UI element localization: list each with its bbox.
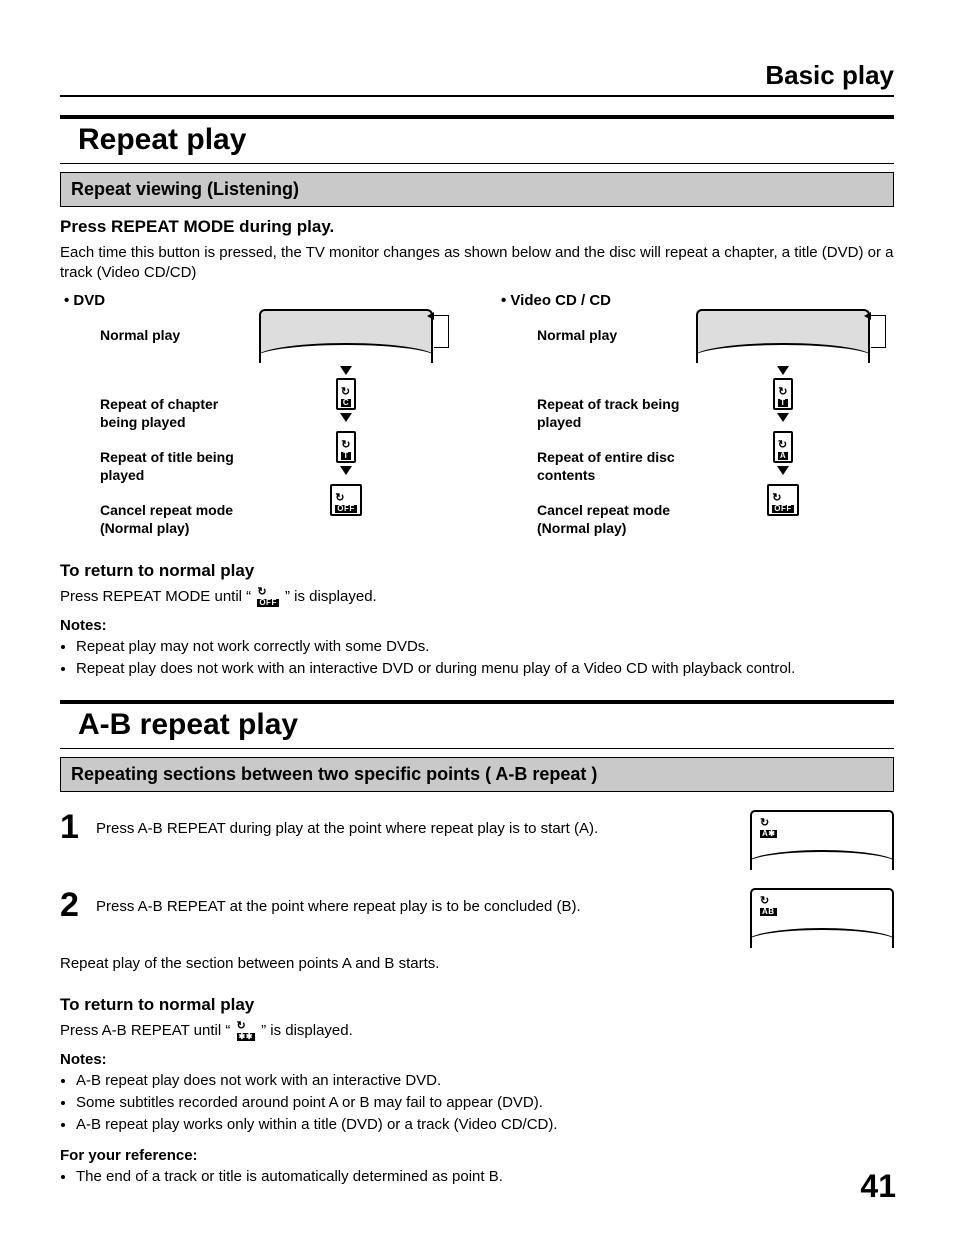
reference-item: The end of a track or title is automatic… xyxy=(76,1166,894,1188)
section-title-ab: A-B repeat play xyxy=(78,708,894,742)
tv-screen-icon xyxy=(259,309,433,363)
ab-ab-icon: ↻AB xyxy=(760,896,777,916)
vcd-state-label: Repeat of track being played xyxy=(537,378,692,431)
dvd-column: • DVD Normal play Repeat of chapter bein… xyxy=(60,292,457,537)
return-head: To return to normal play xyxy=(60,561,894,581)
vcd-state-label: Normal play xyxy=(537,309,692,345)
notes-head: Notes: xyxy=(60,617,894,634)
step-1: 1 Press A-B REPEAT during play at the po… xyxy=(60,810,894,870)
dvd-state-label: Repeat of chapter being played xyxy=(100,378,255,431)
note-item: A-B repeat play works only within a titl… xyxy=(76,1114,894,1136)
instruction-body: Each time this button is pressed, the TV… xyxy=(60,243,894,282)
repeat-t-icon: ↻T xyxy=(773,378,792,410)
dvd-state-label: Normal play xyxy=(100,309,255,345)
rule xyxy=(60,115,894,119)
arrow-down-icon xyxy=(777,466,789,475)
repeat-a-icon: ↻A xyxy=(773,431,793,463)
section-title-repeat: Repeat play xyxy=(78,123,894,157)
note-item: Repeat play does not work with an intera… xyxy=(76,658,894,680)
dvd-state-label: Repeat of title being played xyxy=(100,431,255,484)
step-number: 1 xyxy=(60,810,86,844)
chapter-header: Basic play xyxy=(60,60,894,97)
instruction-head: Press REPEAT MODE during play. xyxy=(60,217,894,237)
ab-notes-list: A-B repeat play does not work with an in… xyxy=(60,1070,894,1135)
arrow-down-icon xyxy=(777,413,789,422)
note-item: A-B repeat play does not work with an in… xyxy=(76,1070,894,1092)
return-body: Press REPEAT MODE until “ ↻OFF ” is disp… xyxy=(60,587,894,607)
step-text: Press A-B REPEAT during play at the poin… xyxy=(96,810,734,837)
return-loop-icon xyxy=(434,315,449,348)
ab-a-icon: ↻A✱ xyxy=(760,818,777,838)
note-item: Repeat play may not work correctly with … xyxy=(76,636,894,658)
arrow-down-icon xyxy=(340,413,352,422)
repeat-off-icon: ↻OFF xyxy=(767,484,799,516)
repeat-t-icon: ↻T xyxy=(336,431,355,463)
reference-list: The end of a track or title is automatic… xyxy=(60,1166,894,1188)
dvd-state-label: Cancel repeat mode (Normal play) xyxy=(100,484,255,537)
repeat-c-icon: ↻C xyxy=(336,378,356,410)
rule xyxy=(60,748,894,749)
dvd-head: • DVD xyxy=(60,292,457,309)
step-text: Press A-B REPEAT at the point where repe… xyxy=(96,888,734,915)
ab-return-body: Press A-B REPEAT until “ ↻✱✱ ” is displa… xyxy=(60,1021,894,1041)
arrow-down-icon xyxy=(340,366,352,375)
subhead-repeat-viewing: Repeat viewing (Listening) xyxy=(60,172,894,207)
tv-screen-icon: ↻AB xyxy=(750,888,894,948)
step-number: 2 xyxy=(60,888,86,922)
vcd-state-label: Cancel repeat mode (Normal play) xyxy=(537,484,692,537)
return-loop-icon xyxy=(871,315,886,348)
vcd-state-label: Repeat of entire disc contents xyxy=(537,431,692,484)
notes-list: Repeat play may not work correctly with … xyxy=(60,636,894,680)
tv-screen-icon: ↻A✱ xyxy=(750,810,894,870)
mode-diagrams: • DVD Normal play Repeat of chapter bein… xyxy=(60,292,894,537)
after-step2: Repeat play of the section between point… xyxy=(60,954,894,974)
tv-screen-icon xyxy=(696,309,870,363)
ab-notes-head: Notes: xyxy=(60,1051,894,1068)
note-item: Some subtitles recorded around point A o… xyxy=(76,1092,894,1114)
vcd-column: • Video CD / CD Normal play Repeat of tr… xyxy=(497,292,894,537)
repeat-off-icon: ↻OFF xyxy=(257,587,279,607)
subhead-ab: Repeating sections between two specific … xyxy=(60,757,894,792)
repeat-off-icon: ↻OFF xyxy=(330,484,362,516)
rule xyxy=(60,700,894,704)
rule xyxy=(60,163,894,164)
ab-off-icon: ↻✱✱ xyxy=(237,1021,255,1041)
step-2: 2 Press A-B REPEAT at the point where re… xyxy=(60,888,894,948)
vcd-head: • Video CD / CD xyxy=(497,292,894,309)
arrow-down-icon xyxy=(777,366,789,375)
arrow-down-icon xyxy=(340,466,352,475)
page-number: 41 xyxy=(860,1168,896,1205)
reference-head: For your reference: xyxy=(60,1147,894,1164)
ab-return-head: To return to normal play xyxy=(60,995,894,1015)
